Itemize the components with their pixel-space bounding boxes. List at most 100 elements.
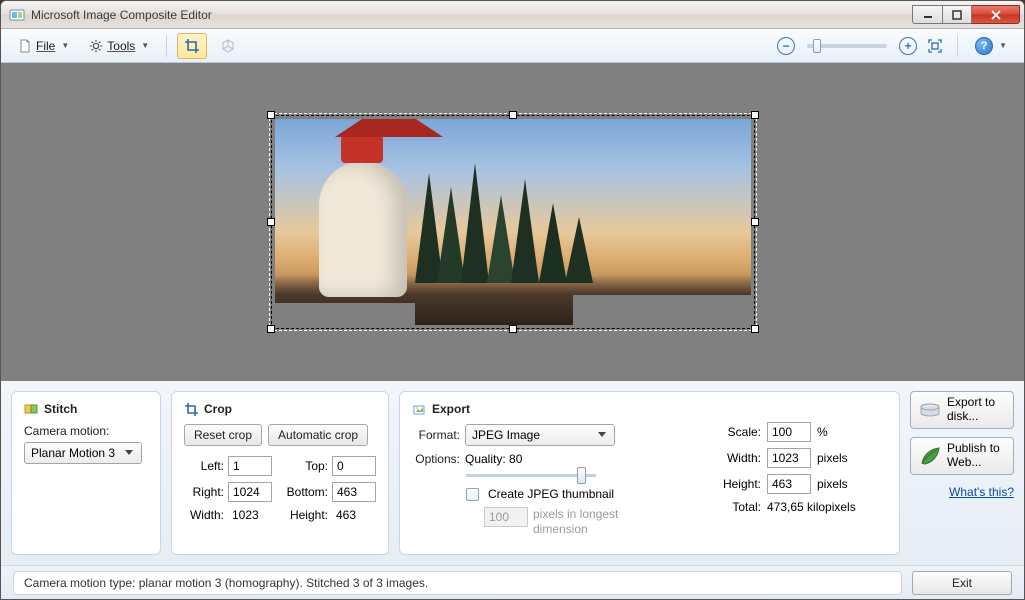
crop-tool-button[interactable] — [177, 33, 207, 59]
format-dropdown[interactable]: JPEG Image — [465, 424, 615, 446]
chevron-down-icon: ▼ — [141, 41, 149, 50]
file-icon — [18, 39, 32, 53]
status-text: Camera motion type: planar motion 3 (hom… — [13, 571, 902, 595]
crop-handle-s[interactable] — [509, 325, 517, 333]
statusbar: Camera motion type: planar motion 3 (hom… — [1, 565, 1024, 599]
gear-icon — [89, 39, 103, 53]
zoom-out-button[interactable]: − — [777, 37, 795, 55]
fit-icon — [927, 38, 943, 54]
export-height-label: Height: — [717, 477, 761, 491]
leaf-icon — [919, 445, 941, 467]
crop-handle-ne[interactable] — [751, 111, 759, 119]
export-to-disk-button[interactable]: Export to disk... — [910, 391, 1014, 429]
crop-bottom-label: Bottom: — [280, 485, 332, 499]
close-button[interactable] — [972, 5, 1020, 24]
crop-width-label: Width: — [184, 508, 228, 522]
format-value: JPEG Image — [472, 428, 540, 442]
zoom-in-button[interactable]: + — [899, 37, 917, 55]
exit-button[interactable]: Exit — [912, 571, 1012, 595]
file-menu-label: File — [36, 39, 55, 53]
camera-motion-value: Planar Motion 3 — [31, 446, 115, 460]
total-value: 473,65 kilopixels — [767, 500, 856, 514]
crop-left-input[interactable]: 1 — [228, 456, 272, 476]
zoom-slider-thumb[interactable] — [813, 39, 821, 53]
quality-slider-thumb[interactable] — [577, 467, 586, 484]
crop-handle-sw[interactable] — [267, 325, 275, 333]
plus-icon: + — [905, 39, 912, 53]
stitch-icon — [24, 402, 38, 416]
crop-handle-se[interactable] — [751, 325, 759, 333]
help-menu[interactable]: ? ▼ — [968, 33, 1014, 59]
tools-menu[interactable]: Tools ▼ — [82, 33, 156, 59]
toolbar: File ▼ Tools ▼ − + ? ▼ — [1, 29, 1024, 63]
publish-to-web-label: Publish to Web... — [947, 442, 1005, 470]
help-icon: ? — [975, 37, 993, 55]
crop-bottom-input[interactable]: 463 — [332, 482, 376, 502]
minimize-button[interactable] — [912, 5, 942, 24]
export-width-input[interactable]: 1023 — [767, 448, 811, 468]
crop-right-label: Right: — [184, 485, 228, 499]
export-panel: Export Format: JPEG Image Options: Quali… — [399, 391, 900, 555]
whats-this-link[interactable]: What's this? — [910, 485, 1014, 499]
automatic-crop-button[interactable]: Automatic crop — [268, 424, 368, 446]
crop-top-label: Top: — [280, 459, 332, 473]
crop-handle-w[interactable] — [267, 218, 275, 226]
titlebar: Microsoft Image Composite Editor — [1, 1, 1024, 29]
maximize-button[interactable] — [942, 5, 972, 24]
crop-handle-n[interactable] — [509, 111, 517, 119]
crop-title: Crop — [184, 402, 376, 416]
scale-label: Scale: — [717, 425, 761, 439]
height-unit: pixels — [817, 477, 848, 491]
create-thumbnail-label: Create JPEG thumbnail — [488, 487, 614, 501]
scale-unit: % — [817, 425, 828, 439]
export-width-label: Width: — [717, 451, 761, 465]
options-label: Options: — [412, 452, 460, 466]
zoom-slider[interactable] — [807, 44, 887, 48]
window-title: Microsoft Image Composite Editor — [31, 8, 912, 22]
chevron-down-icon — [594, 427, 610, 443]
cube-icon — [220, 38, 236, 54]
crop-handle-nw[interactable] — [267, 111, 275, 119]
quality-label: Quality: 80 — [465, 452, 522, 466]
crop-border[interactable] — [271, 115, 755, 329]
crop-frame[interactable] — [267, 111, 759, 333]
create-thumbnail-checkbox[interactable] — [466, 488, 479, 501]
app-window: Microsoft Image Composite Editor File ▼ … — [0, 0, 1025, 600]
actions-column: Export to disk... Publish to Web... What… — [910, 391, 1014, 555]
export-icon — [412, 402, 426, 416]
crop-panel: Crop Reset crop Automatic crop Left: 1 T… — [171, 391, 389, 555]
file-menu[interactable]: File ▼ — [11, 33, 76, 59]
minus-icon: − — [783, 39, 790, 53]
camera-motion-dropdown[interactable]: Planar Motion 3 — [24, 442, 142, 464]
export-to-disk-label: Export to disk... — [947, 396, 1005, 424]
chevron-down-icon: ▼ — [999, 41, 1007, 50]
format-label: Format: — [412, 428, 460, 442]
app-icon — [9, 7, 25, 23]
publish-to-web-button[interactable]: Publish to Web... — [910, 437, 1014, 475]
width-unit: pixels — [817, 451, 848, 465]
crop-top-input[interactable]: 0 — [332, 456, 376, 476]
scale-input[interactable]: 100 — [767, 422, 811, 442]
crop-width-value: 1023 — [228, 508, 280, 522]
crop-right-input[interactable]: 1024 — [228, 482, 272, 502]
camera-motion-label: Camera motion: — [24, 424, 109, 438]
crop-left-label: Left: — [184, 459, 228, 473]
chevron-down-icon — [121, 445, 137, 461]
panels-area: Stitch Camera motion: Planar Motion 3 Cr… — [1, 381, 1024, 565]
toolbar-separator — [957, 35, 958, 57]
disk-icon — [919, 399, 941, 421]
fit-button[interactable] — [923, 33, 947, 59]
toolbar-separator — [166, 35, 167, 57]
rotate-tool-button[interactable] — [213, 33, 243, 59]
crop-height-value: 463 — [332, 508, 384, 522]
crop-handle-e[interactable] — [751, 218, 759, 226]
crop-height-label: Height: — [280, 508, 332, 522]
tools-menu-label: Tools — [107, 39, 135, 53]
canvas-area[interactable] — [1, 63, 1024, 381]
quality-slider[interactable] — [466, 474, 596, 477]
crop-icon — [184, 402, 198, 416]
total-label: Total: — [717, 500, 761, 514]
export-height-input[interactable]: 463 — [767, 474, 811, 494]
reset-crop-button[interactable]: Reset crop — [184, 424, 262, 446]
stitch-title: Stitch — [24, 402, 148, 416]
